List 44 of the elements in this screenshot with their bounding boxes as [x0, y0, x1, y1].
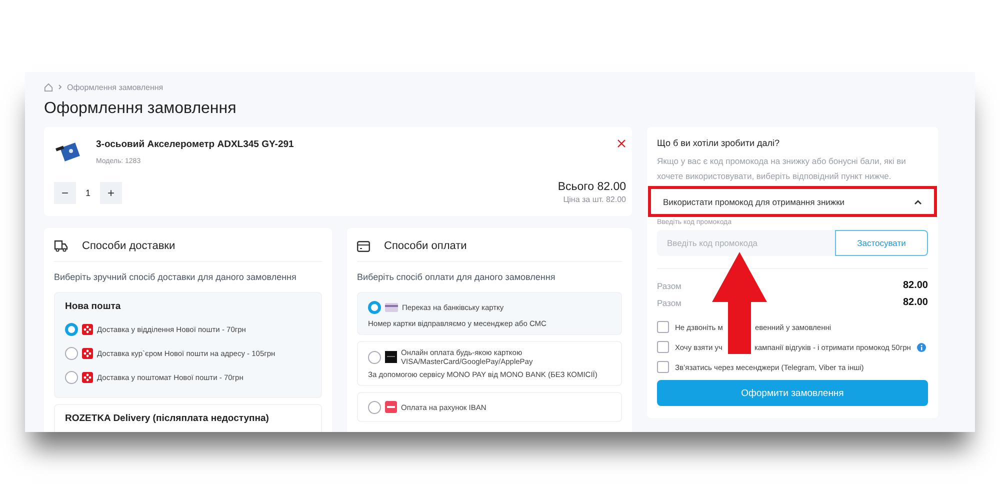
radio-button[interactable] [368, 300, 381, 314]
delivery-group-name: Нова пошта [65, 301, 122, 312]
radio-button[interactable] [65, 322, 78, 336]
nova-poshta-logo-icon [82, 348, 93, 358]
total-price: Всього 82.00 [558, 181, 626, 193]
checkbox[interactable] [657, 321, 669, 333]
radio-button[interactable] [65, 370, 78, 384]
unit-price: Ціна за шт. 82.00 [562, 195, 626, 204]
card-icon [357, 240, 370, 252]
checkbox[interactable] [657, 361, 669, 373]
radio-button[interactable] [65, 346, 78, 360]
quantity-value: 1 [76, 182, 100, 204]
chevron-icon [58, 84, 62, 90]
truck-icon [54, 240, 68, 252]
total-label: Разом [657, 280, 682, 290]
decrease-button[interactable]: − [54, 182, 76, 204]
total-value: 82.00 [902, 280, 928, 291]
increase-button[interactable]: + [100, 182, 122, 204]
breadcrumb-current: Оформлення замовлення [67, 82, 164, 92]
mono-logo-icon [385, 351, 397, 363]
checkbox[interactable] [657, 341, 669, 353]
home-icon[interactable] [44, 82, 53, 92]
page-title: Оформлення замовлення [44, 100, 238, 118]
nova-poshta-logo-icon [82, 372, 93, 382]
promo-toggle[interactable]: Використати промокод для отримання знижки [648, 186, 937, 217]
summary-hint: Якщо у вас є код промокода на знижку або бонусні бали, які ви хочете використовувати, виберіть відповідний пункт нижче. [657, 155, 907, 183]
nova-poshta-logo-icon [82, 324, 93, 334]
bank-card-icon [385, 302, 398, 312]
total-label: Разом [657, 298, 682, 308]
iban-logo-icon [385, 401, 397, 413]
payment-subtitle: Виберіть спосіб оплати для даного замовлення [357, 272, 556, 282]
product-name: 3-осьовий Акселерометр ADXL345 GY-291 [96, 139, 294, 150]
close-icon[interactable] [617, 139, 626, 148]
payment-title: Способи оплати [384, 240, 467, 252]
chevron-up-icon[interactable] [914, 198, 922, 204]
delivery-group-name: ROZETKA Delivery (післяплата недоступна) [65, 413, 270, 424]
info-icon[interactable] [916, 342, 926, 352]
radio-button[interactable] [368, 350, 381, 364]
delivery-title: Способи доставки [82, 240, 176, 252]
radio-button[interactable] [368, 400, 381, 414]
delivery-subtitle: Виберіть зручний спосіб доставки для даного замовлення [54, 272, 298, 282]
promo-code-field[interactable]: Введіть код промокода [657, 230, 835, 256]
summary-question: Що б ви хотіли зробити далі? [657, 138, 780, 148]
total-value: 82.00 [902, 297, 928, 308]
